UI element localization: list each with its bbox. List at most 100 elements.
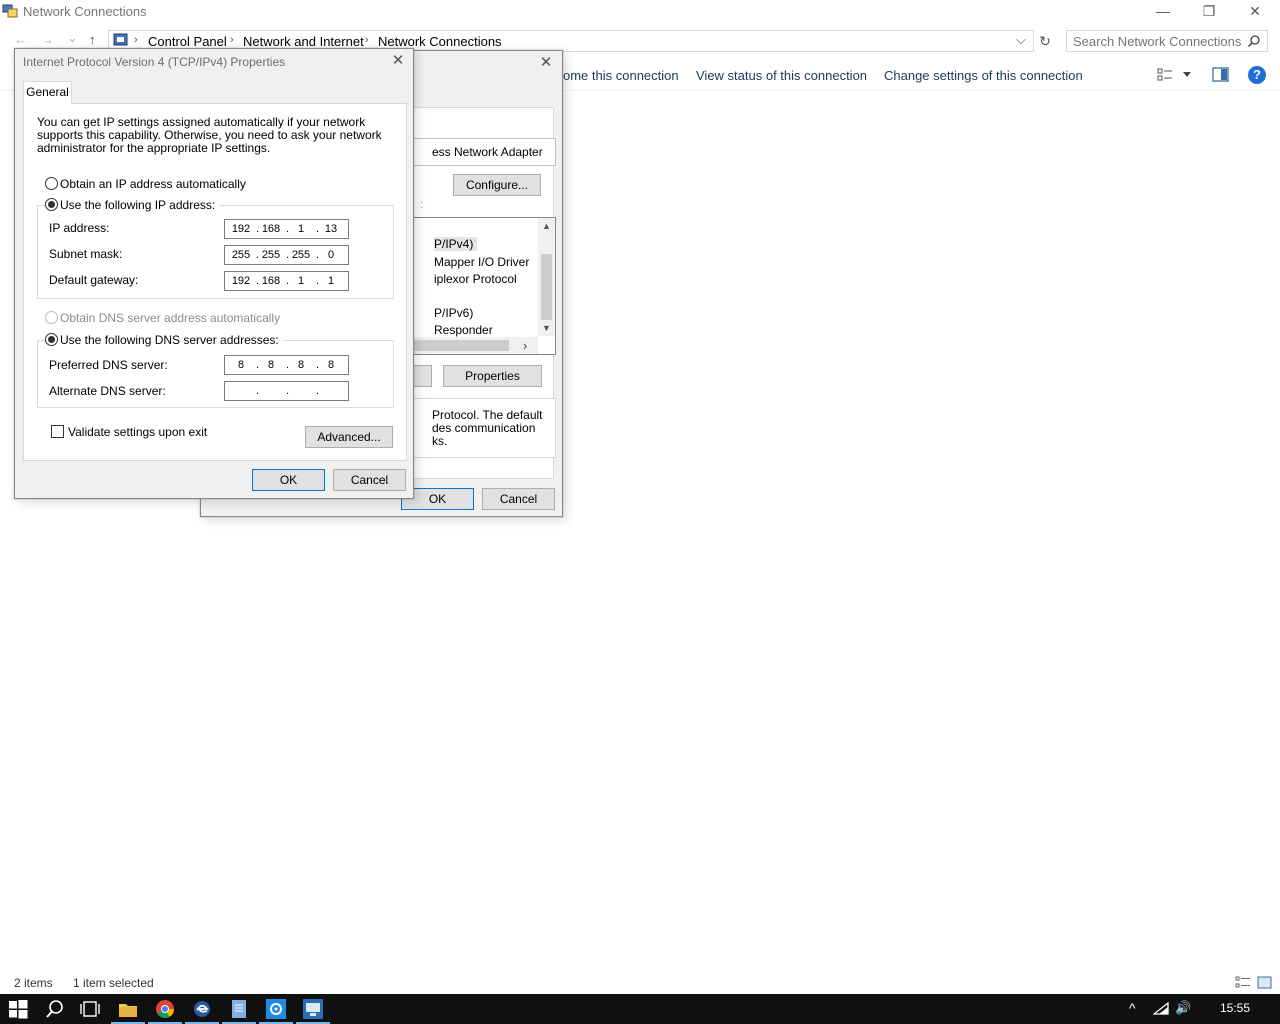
ip-dot: . <box>286 359 290 371</box>
use-following-dns-radio[interactable]: Use the following DNS server addresses: <box>45 333 283 347</box>
radio-button-icon[interactable] <box>45 177 58 190</box>
use-following-ip-radio[interactable]: Use the following IP address: <box>45 198 220 212</box>
item-count: 2 items <box>14 976 53 990</box>
chrome-icon[interactable] <box>153 997 177 1021</box>
recent-locations-button[interactable]: ⌄ <box>67 30 78 46</box>
network-connections-icon <box>2 4 18 18</box>
radio-button-icon[interactable] <box>45 198 58 211</box>
scroll-up-icon[interactable]: ▲ <box>542 221 551 231</box>
back-button[interactable]: ← <box>14 32 27 47</box>
list-item[interactable]: Responder <box>434 323 493 337</box>
up-button[interactable]: ↑ <box>89 32 96 47</box>
view-status-command[interactable]: View status of this connection <box>696 68 867 83</box>
change-view-icon[interactable] <box>1157 68 1173 82</box>
advanced-button[interactable]: Advanced... <box>305 426 393 448</box>
ip-dot: . <box>316 223 320 235</box>
scroll-down-icon[interactable]: ▼ <box>542 323 551 333</box>
breadcrumb-control-panel[interactable]: Control Panel <box>148 34 227 49</box>
maximize-button[interactable]: ❐ <box>1186 0 1232 24</box>
ip-dot: . <box>316 385 320 397</box>
ip-dot: . <box>286 385 290 397</box>
view-dropdown-icon[interactable] <box>1182 71 1192 79</box>
radio-button-icon[interactable] <box>45 333 58 346</box>
ok-button[interactable]: OK <box>252 469 325 491</box>
search-taskbar-icon[interactable] <box>43 997 67 1021</box>
checkbox-label: Validate settings upon exit <box>68 425 208 439</box>
subnet-mask-field[interactable]: 255 . 255 . 255 . 0 <box>224 245 349 265</box>
taskbar: ^ 🔊 15:55 <box>0 994 1280 1024</box>
ip-dot: . <box>286 275 290 287</box>
start-icon[interactable] <box>6 997 30 1021</box>
default-gateway-field[interactable]: 192 . 168 . 1 . 1 <box>224 271 349 291</box>
subnet-octet: 255 <box>291 249 311 261</box>
tray-expand-icon[interactable]: ^ <box>1129 1000 1136 1016</box>
dns-octet: 8 <box>327 359 335 371</box>
manual-dns-group: Preferred DNS server: 8 . 8 . 8 . 8 Alte… <box>37 340 394 408</box>
dialog-close-button[interactable]: ✕ <box>389 52 407 70</box>
preferred-dns-field[interactable]: 8 . 8 . 8 . 8 <box>224 355 349 375</box>
breadcrumb-network-connections[interactable]: Network Connections <box>378 34 502 49</box>
checkbox-icon[interactable] <box>51 425 64 438</box>
properties-button[interactable]: Properties <box>443 365 542 387</box>
volume-icon[interactable]: 🔊 <box>1175 1000 1191 1016</box>
ip-dot: . <box>256 249 260 261</box>
minimize-button[interactable]: — <box>1140 0 1186 24</box>
scroll-right-icon[interactable]: › <box>523 338 527 353</box>
list-item[interactable]: iplexor Protocol <box>434 272 517 286</box>
forward-button[interactable]: → <box>41 32 54 47</box>
list-item[interactable]: P/IPv4) <box>434 237 478 251</box>
network-tray-icon[interactable] <box>1153 1002 1169 1016</box>
radio-label: Use the following IP address: <box>60 198 216 212</box>
preview-pane-icon[interactable] <box>1212 67 1229 82</box>
selection-count: 1 item selected <box>73 976 154 990</box>
alternate-dns-field[interactable]: . . . <box>224 381 349 401</box>
control-panel-taskbar-icon[interactable] <box>264 997 288 1021</box>
vertical-scrollbar[interactable]: ▲ ▼ <box>538 218 555 336</box>
radio-button-icon[interactable] <box>45 311 58 324</box>
subnet-octet: 255 <box>231 249 251 261</box>
change-settings-command[interactable]: Change settings of this connection <box>884 68 1083 83</box>
list-caption-fragment: : <box>420 197 424 211</box>
ip-octet: 13 <box>324 223 338 235</box>
dialog-title: Internet Protocol Version 4 (TCP/IPv4) P… <box>23 55 286 69</box>
clock[interactable]: 15:55 <box>1220 1001 1250 1015</box>
radio-label: Use the following DNS server addresses: <box>60 333 279 347</box>
ip-address-label: IP address: <box>49 221 110 235</box>
obtain-ip-auto-radio[interactable]: Obtain an IP address automatically <box>45 177 246 191</box>
search-icon <box>1247 35 1260 48</box>
network-connections-taskbar-icon[interactable] <box>301 997 325 1021</box>
list-item[interactable]: P/IPv6) <box>434 306 473 320</box>
notepad-icon[interactable] <box>227 997 251 1021</box>
refresh-button[interactable]: ↻ <box>1035 30 1055 52</box>
task-view-icon[interactable] <box>78 997 102 1021</box>
help-icon[interactable]: ? <box>1248 66 1266 84</box>
search-input[interactable] <box>1073 33 1243 49</box>
cancel-button[interactable]: Cancel <box>333 469 406 491</box>
general-tab-panel: You can get IP settings assigned automat… <box>23 103 407 461</box>
large-icons-view-icon[interactable] <box>1257 976 1272 989</box>
vertical-scroll-thumb[interactable] <box>541 254 552 320</box>
dns-octet: 8 <box>267 359 275 371</box>
list-item[interactable]: Mapper I/O Driver <box>434 255 529 269</box>
file-explorer-icon[interactable] <box>116 997 140 1021</box>
obtain-dns-auto-radio[interactable]: Obtain DNS server address automatically <box>45 311 280 325</box>
validate-settings-checkbox[interactable]: Validate settings upon exit <box>51 425 207 439</box>
configure-button[interactable]: Configure... <box>453 174 541 196</box>
close-window-button[interactable]: ✕ <box>1232 0 1278 24</box>
breadcrumb-network-and-internet[interactable]: Network and Internet <box>243 34 364 49</box>
search-box[interactable] <box>1066 30 1268 52</box>
dns-octet: 8 <box>297 359 305 371</box>
ip-octet: 192 <box>231 223 251 235</box>
ip-dot: . <box>286 223 290 235</box>
ipv4-properties-dialog: Internet Protocol Version 4 (TCP/IPv4) P… <box>14 48 414 499</box>
description-line: des communication <box>432 421 536 435</box>
rename-connection-command[interactable]: ome this connection <box>563 68 679 83</box>
edge-icon[interactable] <box>190 997 214 1021</box>
bg-cancel-button[interactable]: Cancel <box>482 488 555 510</box>
ip-address-field[interactable]: 192 . 168 . 1 . 13 <box>224 219 349 239</box>
ip-dot: . <box>316 275 320 287</box>
address-dropdown-icon[interactable]: ⌵ <box>1016 32 1026 48</box>
details-view-icon[interactable] <box>1235 976 1251 989</box>
bg-dialog-close-button[interactable]: ✕ <box>537 54 555 72</box>
tab-general[interactable]: General <box>23 81 72 104</box>
